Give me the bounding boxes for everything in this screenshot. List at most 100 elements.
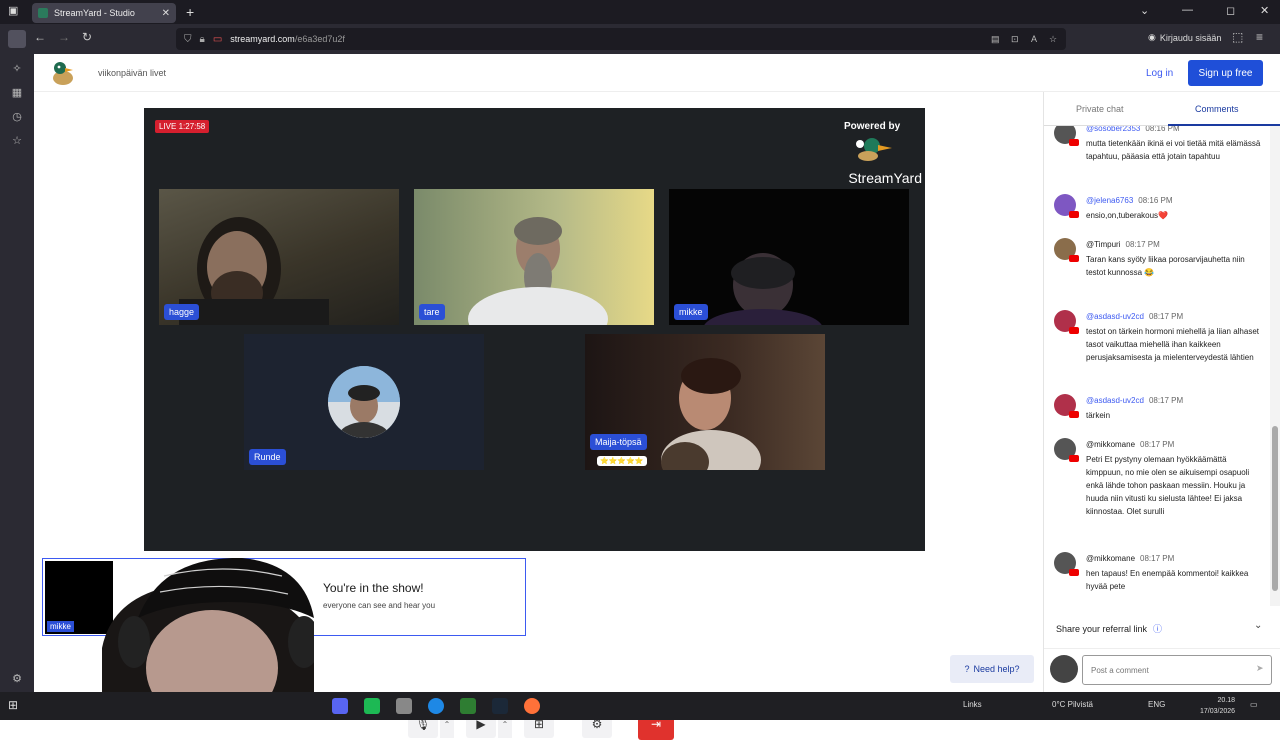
comment-time: 08:17 PM — [1148, 312, 1184, 321]
permissions-icon[interactable]: ▭ — [213, 34, 222, 45]
history-icon[interactable]: ◷ — [10, 110, 24, 124]
comment-time: 08:16 PM — [1138, 196, 1173, 205]
comment-author: @asdasd-uv2cd 08:17 PM — [1086, 396, 1183, 405]
notifications-icon[interactable]: ▭ — [1250, 700, 1258, 709]
need-help-button[interactable]: ? Need help? — [950, 655, 1034, 683]
bookmark-star-icon[interactable]: ☆ — [1049, 34, 1057, 45]
ai-sparkle-icon[interactable]: ✧ — [10, 62, 24, 76]
participant-tile[interactable]: tare — [414, 189, 654, 325]
comment-time: 08:17 PM — [1125, 240, 1160, 249]
comment-text: tärkein — [1086, 411, 1111, 420]
firefox-icon[interactable] — [524, 698, 540, 714]
referral-toggle[interactable]: Share your referral link ⓘ — [1056, 622, 1162, 635]
links-toolbar[interactable]: Links — [963, 700, 982, 709]
back-icon[interactable]: ← — [34, 30, 46, 44]
forward-icon[interactable]: → — [58, 30, 70, 44]
menu-icon[interactable]: ≡ — [1256, 30, 1263, 44]
comment-author: @Timpuri 08:17 PM — [1086, 240, 1160, 249]
browser-tab-bar: ▣ StreamYard - Studio ✕ + ⌄ — ◻ ✕ — [0, 0, 1280, 24]
participant-tile[interactable]: Maija-töpsä ⭐⭐⭐⭐⭐ — [585, 334, 825, 470]
edge-icon[interactable] — [428, 698, 444, 714]
comment-input[interactable]: Post a comment — [1082, 655, 1272, 685]
broadcast-title: viikonpäivän livet — [98, 68, 167, 78]
avatar — [1054, 438, 1079, 462]
participant-avatar — [328, 366, 400, 438]
tab-title: StreamYard - Studio — [54, 8, 135, 18]
send-icon[interactable]: ➤ — [1256, 663, 1264, 674]
comment-author-name: @mikkomane — [1086, 554, 1136, 563]
participant-tile[interactable]: Runde — [244, 334, 484, 470]
browser-nav-bar: ← → ↻ ⛉ 🔒︎ ▭ streamyard.com /e6a3ed7u2f … — [0, 24, 1280, 54]
help-question-icon: ? — [964, 664, 970, 674]
app-play-icon[interactable] — [460, 698, 476, 714]
reload-icon[interactable]: ↻ — [82, 30, 92, 44]
translate-icon[interactable]: A — [1031, 34, 1037, 44]
sidebar-toggle-icon[interactable] — [8, 30, 26, 48]
synced-tabs-icon[interactable]: ▦ — [10, 86, 24, 100]
windows-start-icon[interactable]: ⊞ — [8, 698, 24, 714]
system-clock[interactable]: 20.18 17/03/2026 — [1200, 695, 1235, 717]
chevron-down-icon[interactable]: ⌄ — [1254, 620, 1262, 631]
participant-tile[interactable]: mikke — [669, 189, 909, 325]
chat-panel: Private chat Comments @sosober2353 08:16 … — [1043, 92, 1280, 692]
youtube-icon — [1069, 255, 1079, 262]
url-host: streamyard.com — [230, 34, 295, 44]
url-bar[interactable]: ⛉ 🔒︎ ▭ streamyard.com /e6a3ed7u2f ▤ ⊡ A … — [176, 28, 1066, 50]
clock-date: 17/03/2026 — [1200, 708, 1236, 715]
language-indicator[interactable]: ENG — [1148, 700, 1165, 709]
tab-comments[interactable]: Comments — [1195, 104, 1239, 114]
settings-gear-icon[interactable]: ⚙ — [10, 672, 24, 686]
app-gray-icon[interactable] — [396, 698, 412, 714]
steam-icon[interactable] — [492, 698, 508, 714]
clock-time: 20.18 — [1217, 697, 1236, 704]
referral-label: Share your referral link — [1056, 623, 1148, 634]
browser-sidebar: ✧ ▦ ◷ ☆ ⚙ — [0, 54, 34, 692]
comment-input-row: Post a comment ➤ — [1044, 648, 1280, 692]
tab-private-chat[interactable]: Private chat — [1076, 104, 1124, 114]
window-close-icon[interactable]: ✕ — [1260, 4, 1269, 17]
youtube-icon — [1069, 455, 1079, 462]
os-taskbar: ⊞ Links 0°C Pilvistä ENG 20.18 17/03/202… — [0, 692, 1280, 720]
reader-view-icon[interactable]: ▤ — [991, 34, 1000, 45]
avatar — [1054, 126, 1079, 146]
login-link[interactable]: Log in — [1146, 68, 1173, 79]
participant-video — [468, 217, 608, 325]
screenshot-icon[interactable]: ⊡ — [1011, 34, 1019, 45]
participant-name: mikke — [674, 304, 708, 320]
extensions-icon[interactable]: ⬚ — [1232, 30, 1243, 44]
avatar — [1054, 310, 1079, 334]
avatar — [1054, 394, 1079, 418]
browser-tab[interactable]: StreamYard - Studio ✕ — [32, 3, 176, 23]
help-circle-icon[interactable]: ⓘ — [1153, 622, 1162, 635]
comment-scrollbar[interactable] — [1270, 126, 1280, 606]
minimize-icon[interactable]: — — [1182, 4, 1193, 16]
bookmarks-star-icon[interactable]: ☆ — [10, 134, 24, 148]
avatar — [1050, 655, 1078, 683]
comment-text: testot on tärkein hormoni miehellä ja li… — [1086, 327, 1259, 362]
maximize-icon[interactable]: ◻ — [1226, 4, 1235, 17]
account-signin[interactable]: ◉ Kirjaudu sisään — [1148, 32, 1221, 43]
signup-button[interactable]: Sign up free — [1188, 60, 1263, 86]
new-tab-button[interactable]: + — [186, 4, 194, 20]
youtube-icon — [1069, 139, 1079, 146]
tab-list-icon[interactable]: ▣ — [8, 4, 18, 17]
comment-time: 08:16 PM — [1145, 126, 1180, 133]
participant-name: hagge — [164, 304, 200, 320]
comment-author-name: @sosober2353 — [1086, 126, 1141, 133]
discord-icon[interactable] — [332, 698, 348, 714]
streamyard-logo-icon — [53, 62, 73, 85]
comment-text: Taran kans syöty liikaa porosarvijauhett… — [1086, 255, 1245, 277]
comment-time: 08:17 PM — [1140, 440, 1175, 449]
comment-author: @mikkomane 08:17 PM — [1086, 440, 1174, 449]
weather-widget[interactable]: 0°C Pilvistä — [1052, 700, 1093, 709]
close-tab-icon[interactable]: ✕ — [162, 8, 170, 19]
tab-overflow-chevron-icon[interactable]: ⌄ — [1140, 4, 1149, 17]
url-path: /e6a3ed7u2f — [294, 34, 345, 44]
comment-author-name: @mikkomane — [1086, 440, 1136, 449]
youtube-icon — [1069, 327, 1079, 334]
scrollbar-thumb[interactable] — [1272, 426, 1278, 591]
participant-tile[interactable]: hagge — [159, 189, 399, 325]
app-green-icon[interactable] — [364, 698, 380, 714]
comment-author-name: @asdasd-uv2cd — [1086, 396, 1144, 405]
participant-name: tare — [419, 304, 445, 320]
